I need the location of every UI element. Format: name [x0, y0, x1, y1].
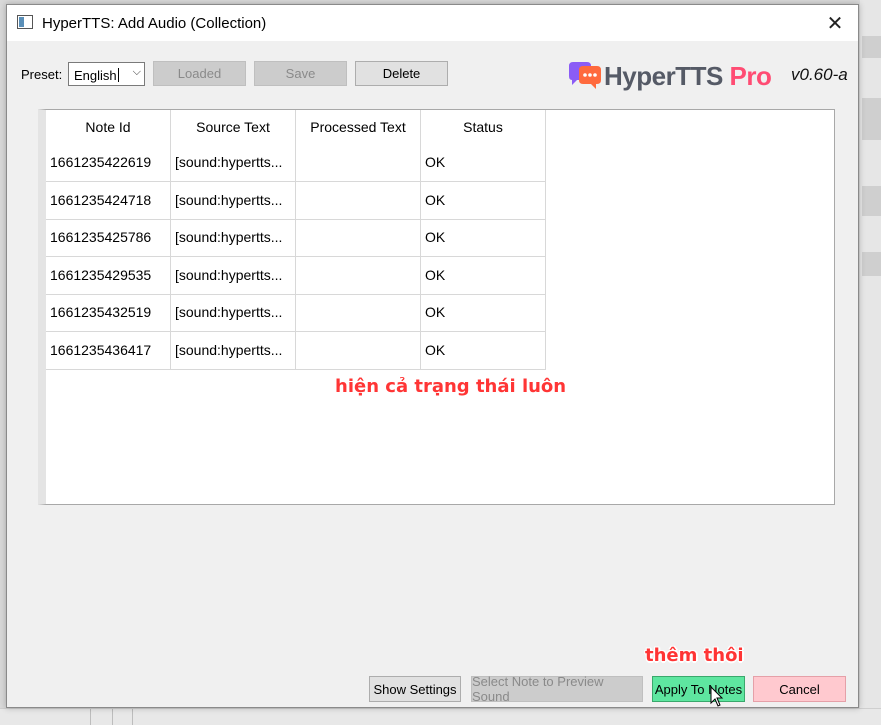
column-header[interactable]: Status	[421, 110, 546, 144]
logo-pro: Pro	[729, 61, 772, 91]
speech-bubbles-icon	[569, 62, 601, 89]
status-annotation: hiện cả trạng thái luôn	[335, 376, 567, 397]
apply-to-notes-button[interactable]: Apply To Notes	[652, 676, 745, 702]
chevron-down-icon: ⌵	[132, 66, 141, 78]
table-cell-source[interactable]: [sound:hypertts...	[171, 219, 296, 258]
table-cell-processed[interactable]	[296, 332, 421, 370]
close-icon: ✕	[826, 12, 844, 35]
table-cell-processed[interactable]	[296, 144, 421, 182]
save-button[interactable]: Save	[254, 61, 347, 86]
add-audio-dialog: HyperTTS: Add Audio (Collection) ✕ Prese…	[6, 4, 859, 708]
cancel-button[interactable]: Cancel	[753, 676, 846, 702]
table-cell-note-id[interactable]: 1661235424718	[46, 181, 171, 220]
table-cell-status[interactable]: OK	[421, 181, 546, 220]
table-cell-source[interactable]: [sound:hypertts...	[171, 181, 296, 220]
window-title: HyperTTS: Add Audio (Collection)	[42, 15, 267, 32]
logo-hypertts: HyperTTS	[604, 61, 723, 91]
preset-label: Preset:	[21, 67, 63, 82]
preset-value: English	[74, 68, 117, 83]
column-header[interactable]: Processed Text	[296, 110, 421, 144]
table-cell-note-id[interactable]: 1661235436417	[46, 332, 171, 370]
table-cell-processed[interactable]	[296, 181, 421, 220]
table-cell-status[interactable]: OK	[421, 256, 546, 295]
table-cell-status[interactable]: OK	[421, 294, 546, 333]
apply-annotation: thêm thôi	[645, 645, 744, 666]
background-window-edge-bottom	[0, 708, 881, 725]
text-cursor	[117, 68, 119, 82]
column-header[interactable]: Note Id	[46, 110, 171, 144]
table-cell-note-id[interactable]: 1661235432519	[46, 294, 171, 333]
notes-table[interactable]: Note Id Source Text Processed Text Status 16…	[38, 109, 835, 505]
table-cell-note-id[interactable]: 1661235429535	[46, 256, 171, 295]
table-cell-processed[interactable]	[296, 219, 421, 258]
delete-button[interactable]: Delete	[355, 61, 448, 86]
mouse-pointer-icon	[710, 686, 724, 707]
table-cell-source[interactable]: [sound:hypertts...	[171, 144, 296, 182]
app-window-icon	[17, 15, 33, 29]
title-bar: HyperTTS: Add Audio (Collection) ✕	[7, 5, 858, 41]
preset-select[interactable]: English ⌵	[68, 62, 145, 86]
background-window-edge	[860, 0, 881, 724]
table-cell-status[interactable]: OK	[421, 219, 546, 258]
table-cell-status[interactable]: OK	[421, 144, 546, 182]
table-cell-status[interactable]: OK	[421, 332, 546, 370]
version-label: v0.60-a	[791, 65, 848, 84]
hypertts-pro-logo: HyperTTS Pro	[565, 59, 785, 93]
table-cell-processed[interactable]	[296, 256, 421, 295]
preview-sound-button[interactable]: Select Note to Preview Sound	[471, 674, 643, 704]
table-cell-source[interactable]: [sound:hypertts...	[171, 294, 296, 333]
table-cell-note-id[interactable]: 1661235422619	[46, 144, 171, 182]
table-cell-processed[interactable]	[296, 294, 421, 333]
table-cell-note-id[interactable]: 1661235425786	[46, 219, 171, 258]
column-header[interactable]: Source Text	[171, 110, 296, 144]
table-cell-source[interactable]: [sound:hypertts...	[171, 256, 296, 295]
close-button[interactable]: ✕	[812, 5, 858, 41]
show-settings-button[interactable]: Show Settings	[369, 676, 461, 702]
loaded-button[interactable]: Loaded	[153, 61, 246, 86]
table-cell-source[interactable]: [sound:hypertts...	[171, 332, 296, 370]
